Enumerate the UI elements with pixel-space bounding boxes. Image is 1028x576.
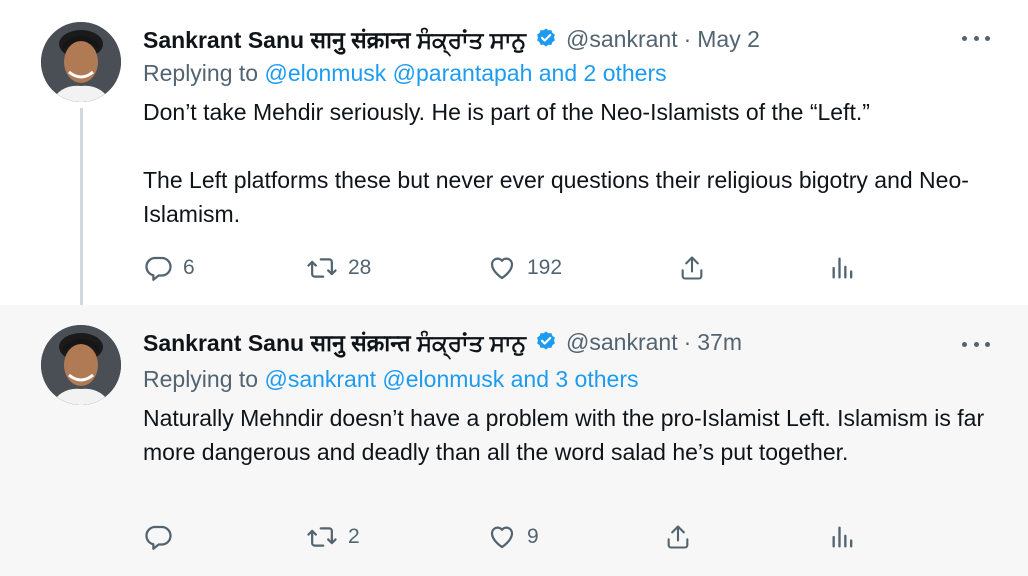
reply-count: 6 (183, 256, 195, 279)
like-count: 192 (527, 256, 563, 279)
like-icon (490, 257, 514, 280)
thread-connector-line (80, 108, 83, 320)
retweet-icon (307, 258, 337, 278)
like-button[interactable]: 192 (487, 252, 562, 284)
tweet-timestamp[interactable]: 37m (697, 329, 742, 356)
separator-dot: · (683, 25, 692, 52)
tweet-timestamp[interactable]: May 2 (697, 26, 760, 53)
replying-to-line: Replying to @sankrant @elonmusk and 3 ot… (143, 366, 638, 393)
profile-photo (41, 22, 121, 102)
tweet-text: Don’t take Mehdir seriously. He is part … (143, 95, 993, 231)
author-name[interactable]: Sankrant Sanu सानु संक्रान्त ਸੰਕ੍ਰਾਂਤ ਸਾ… (143, 326, 526, 358)
more-options-icon[interactable] (962, 28, 990, 48)
reply-button[interactable]: 6 (143, 252, 195, 284)
author-name[interactable]: Sankrant Sanu सानु संक्रान्त ਸੰਕ੍ਰਾਂਤ ਸਾ… (143, 23, 526, 55)
tweet-2[interactable]: Sankrant Sanu सानु संक्रान्त ਸੰਕ੍ਰਾਂਤ ਸਾ… (0, 305, 1028, 576)
replying-others[interactable]: and 2 others (539, 60, 667, 86)
reply-icon (145, 525, 172, 550)
tweet-paragraph: Naturally Mehndir doesn’t have a problem… (143, 405, 985, 465)
retweet-button[interactable]: 28 (306, 252, 371, 284)
tweet-text: Naturally Mehndir doesn’t have a problem… (143, 401, 993, 469)
share-button[interactable] (664, 521, 692, 553)
tweet-paragraph: Don’t take Mehdir seriously. He is part … (143, 99, 870, 125)
like-button[interactable]: 9 (487, 521, 539, 553)
author-handle[interactable]: @sankrant (566, 329, 678, 356)
separator-dot: · (683, 328, 692, 355)
share-icon (681, 256, 703, 280)
replying-to-line: Replying to @elonmusk @parantapah and 2 … (143, 60, 667, 87)
retweet-count: 28 (348, 256, 372, 279)
action-bar: 6 28 192 (0, 252, 1028, 284)
replying-mentions[interactable]: @sankrant @elonmusk (264, 366, 504, 392)
share-button[interactable] (678, 252, 706, 284)
replying-prefix: Replying to (143, 366, 259, 392)
analytics-icon (832, 526, 853, 548)
replying-mentions[interactable]: @elonmusk @parantapah (264, 60, 532, 86)
author-handle[interactable]: @sankrant (566, 26, 678, 53)
tweet-paragraph: The Left platforms these but never ever … (143, 167, 969, 227)
analytics-button[interactable] (829, 252, 857, 284)
profile-photo (41, 325, 121, 405)
verified-badge-icon (534, 330, 558, 354)
analytics-button[interactable] (829, 521, 857, 553)
tweet-header: Sankrant Sanu सानु संक्रान्त ਸੰਕ੍ਰਾਂਤ ਸਾ… (143, 327, 742, 357)
like-count: 9 (527, 525, 539, 548)
replying-others[interactable]: and 3 others (511, 366, 639, 392)
share-icon (667, 525, 689, 549)
replying-prefix: Replying to (143, 60, 259, 86)
like-icon (490, 526, 514, 549)
reply-icon (145, 256, 172, 281)
analytics-icon (832, 257, 853, 279)
avatar[interactable] (41, 22, 121, 102)
reply-button[interactable] (143, 521, 183, 553)
retweet-button[interactable]: 2 (306, 521, 360, 553)
tweet-1[interactable]: Sankrant Sanu सानु संक्रान्त ਸੰਕ੍ਰਾਂਤ ਸਾ… (0, 0, 1028, 320)
retweet-icon (307, 527, 337, 547)
more-options-icon[interactable] (962, 334, 990, 354)
verified-badge-icon (534, 27, 558, 51)
retweet-count: 2 (348, 525, 360, 548)
action-bar: 2 9 (0, 521, 1028, 553)
tweet-header: Sankrant Sanu सानु संक्रान्त ਸੰਕ੍ਰਾਂਤ ਸਾ… (143, 24, 760, 54)
avatar[interactable] (41, 325, 121, 405)
